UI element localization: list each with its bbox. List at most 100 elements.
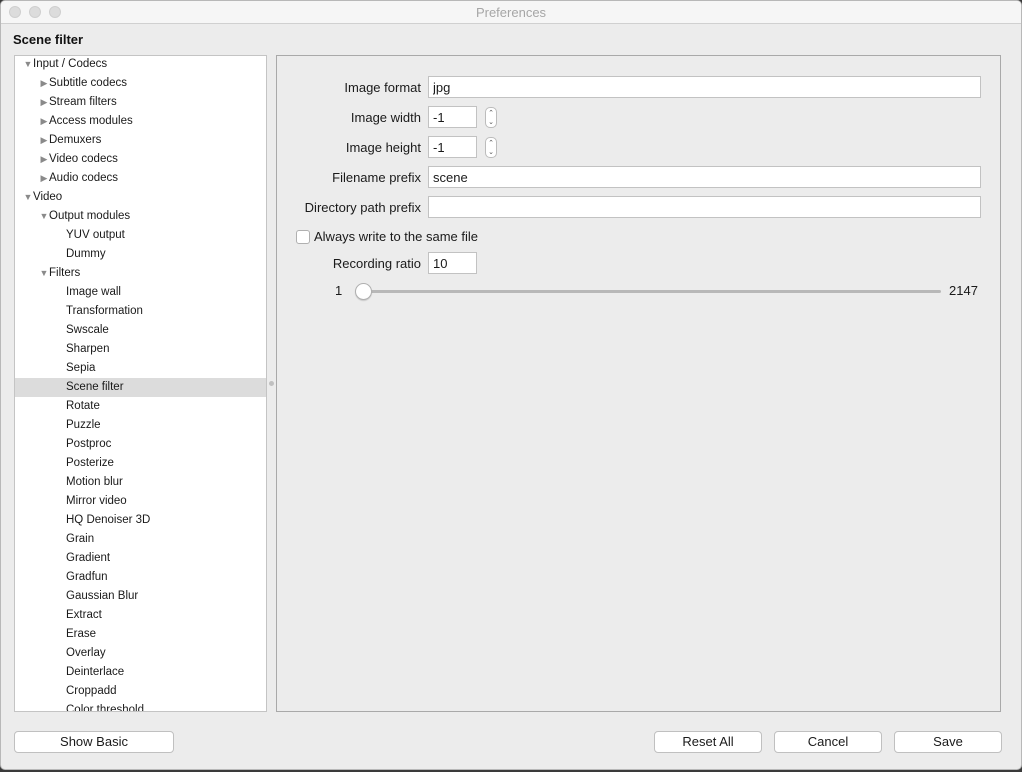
- tree-item-label: HQ Denoiser 3D: [66, 514, 151, 526]
- cancel-button[interactable]: Cancel: [774, 731, 882, 753]
- preferences-window: Preferences Scene filter ▼Input / Codecs…: [0, 0, 1022, 770]
- slider-min-label: 1: [335, 283, 343, 298]
- tree-item[interactable]: ▶ Stream filters: [15, 93, 266, 112]
- tree-item-label: Sepia: [66, 362, 96, 374]
- tree-item[interactable]: Croppadd: [15, 682, 266, 701]
- image-width-stepper[interactable]: ⌃ ⌄: [485, 107, 497, 128]
- filename-prefix-input[interactable]: [428, 166, 981, 188]
- tree-item[interactable]: Rotate: [15, 397, 266, 416]
- tree-item[interactable]: ▶ Access modules: [15, 112, 266, 131]
- tree-item[interactable]: HQ Denoiser 3D: [15, 511, 266, 530]
- tree-item-label: Gaussian Blur: [66, 590, 139, 602]
- tree-item[interactable]: ▼Video: [15, 188, 266, 207]
- title-bar: Preferences: [1, 1, 1021, 24]
- tree-item[interactable]: Erase: [15, 625, 266, 644]
- tree-item-label: Filters: [49, 267, 81, 279]
- tree-item[interactable]: Image wall: [15, 283, 266, 302]
- directory-path-prefix-label: Directory path prefix: [304, 200, 421, 215]
- tree-item[interactable]: Gradfun: [15, 568, 266, 587]
- tree-item[interactable]: Sharpen: [15, 340, 266, 359]
- tree-item-label: Video codecs: [49, 153, 118, 165]
- tree-item[interactable]: ▼Filters: [15, 264, 266, 283]
- tree-item[interactable]: Puzzle: [15, 416, 266, 435]
- tree-item-label: Gradient: [66, 552, 111, 564]
- tree-item[interactable]: ▶ Demuxers: [15, 131, 266, 150]
- tree-item[interactable]: Deinterlace: [15, 663, 266, 682]
- tree-item[interactable]: Gaussian Blur: [15, 587, 266, 606]
- recording-ratio-label: Recording ratio: [332, 256, 421, 271]
- tree-item-label: Video: [33, 191, 63, 203]
- slider-thumb[interactable]: [355, 283, 372, 300]
- tree-item-label: Transformation: [66, 305, 143, 317]
- splitter-handle[interactable]: [269, 381, 274, 386]
- tree-item[interactable]: Scene filter: [15, 378, 266, 397]
- tree-item[interactable]: Transformation: [15, 302, 266, 321]
- preferences-tree[interactable]: ▼Input / Codecs ▶ Subtitle codecs ▶ Stream f…: [14, 55, 267, 712]
- tree-item[interactable]: ▶ Video codecs: [15, 150, 266, 169]
- tree-item-label: Erase: [66, 628, 97, 640]
- tree-item[interactable]: ▶ Subtitle codecs: [15, 74, 266, 93]
- window-title: Preferences: [475, 5, 547, 20]
- tree-item-label: Input / Codecs: [33, 58, 108, 70]
- directory-path-prefix-input[interactable]: [428, 196, 981, 218]
- tree-item-label: Gradfun: [66, 571, 108, 583]
- save-button[interactable]: Save: [894, 731, 1002, 753]
- image-width-input[interactable]: [428, 106, 477, 128]
- disclosure-collapsed-icon[interactable]: ▶: [39, 112, 49, 131]
- tree-item[interactable]: ▼Input / Codecs: [15, 56, 266, 74]
- tree-item[interactable]: Posterize: [15, 454, 266, 473]
- tree-item-label: Croppadd: [66, 685, 117, 697]
- tree-item-label: Scene filter: [66, 381, 124, 393]
- tree-item[interactable]: Sepia: [15, 359, 266, 378]
- tree-item-label: Subtitle codecs: [49, 77, 127, 89]
- tree-item[interactable]: Overlay: [15, 644, 266, 663]
- reset-all-button[interactable]: Reset All: [654, 731, 762, 753]
- disclosure-collapsed-icon[interactable]: ▶: [39, 169, 49, 188]
- tree-item[interactable]: Swscale: [15, 321, 266, 340]
- show-basic-button[interactable]: Show Basic: [14, 731, 174, 753]
- tree-item-label: Extract: [66, 609, 102, 621]
- disclosure-collapsed-icon[interactable]: ▶: [39, 93, 49, 112]
- recording-ratio-input[interactable]: [428, 252, 477, 274]
- tree-item-label: Deinterlace: [66, 666, 125, 678]
- image-height-stepper[interactable]: ⌃ ⌄: [485, 137, 497, 158]
- image-width-label: Image width: [350, 110, 421, 125]
- tree-item[interactable]: YUV output: [15, 226, 266, 245]
- disclosure-expanded-icon[interactable]: ▼: [39, 264, 49, 283]
- tree-item-label: YUV output: [66, 229, 125, 241]
- tree-item[interactable]: ▶ Audio codecs: [15, 169, 266, 188]
- tree-item-label: Postproc: [66, 438, 112, 450]
- image-format-input[interactable]: [428, 76, 981, 98]
- tree-item-label: Access modules: [49, 115, 133, 127]
- tree-item[interactable]: Grain: [15, 530, 266, 549]
- tree-item[interactable]: Postproc: [15, 435, 266, 454]
- tree-item-label: Stream filters: [49, 96, 117, 108]
- disclosure-expanded-icon[interactable]: ▼: [39, 207, 49, 226]
- tree-item[interactable]: ▼Output modules: [15, 207, 266, 226]
- tree-item[interactable]: Extract: [15, 606, 266, 625]
- step-up-icon: ⌃: [488, 110, 494, 117]
- step-down-icon: ⌄: [488, 119, 494, 126]
- tree-item[interactable]: Motion blur: [15, 473, 266, 492]
- tree-item-label: Motion blur: [66, 476, 123, 488]
- disclosure-expanded-icon[interactable]: ▼: [23, 56, 33, 74]
- disclosure-collapsed-icon[interactable]: ▶: [39, 74, 49, 93]
- tree-item-label: Posterize: [66, 457, 114, 469]
- tree-item-label: Overlay: [66, 647, 106, 659]
- step-up-icon: ⌃: [488, 140, 494, 147]
- disclosure-collapsed-icon[interactable]: ▶: [39, 150, 49, 169]
- tree-item[interactable]: Dummy: [15, 245, 266, 264]
- tree-item[interactable]: Mirror video: [15, 492, 266, 511]
- slider-max-label: 2147: [949, 283, 978, 298]
- image-height-input[interactable]: [428, 136, 477, 158]
- tree-item-label: Image wall: [66, 286, 121, 298]
- settings-panel: Image format Image width ⌃ ⌄ Image heigh…: [276, 55, 1001, 712]
- recording-ratio-slider[interactable]: [357, 290, 941, 293]
- tree-item-label: Puzzle: [66, 419, 101, 431]
- tree-item[interactable]: Gradient: [15, 549, 266, 568]
- tree-item[interactable]: Color threshold: [15, 701, 266, 711]
- disclosure-expanded-icon[interactable]: ▼: [23, 188, 33, 207]
- always-write-same-file-checkbox[interactable]: [296, 230, 310, 244]
- tree-item-label: Sharpen: [66, 343, 110, 355]
- disclosure-collapsed-icon[interactable]: ▶: [39, 131, 49, 150]
